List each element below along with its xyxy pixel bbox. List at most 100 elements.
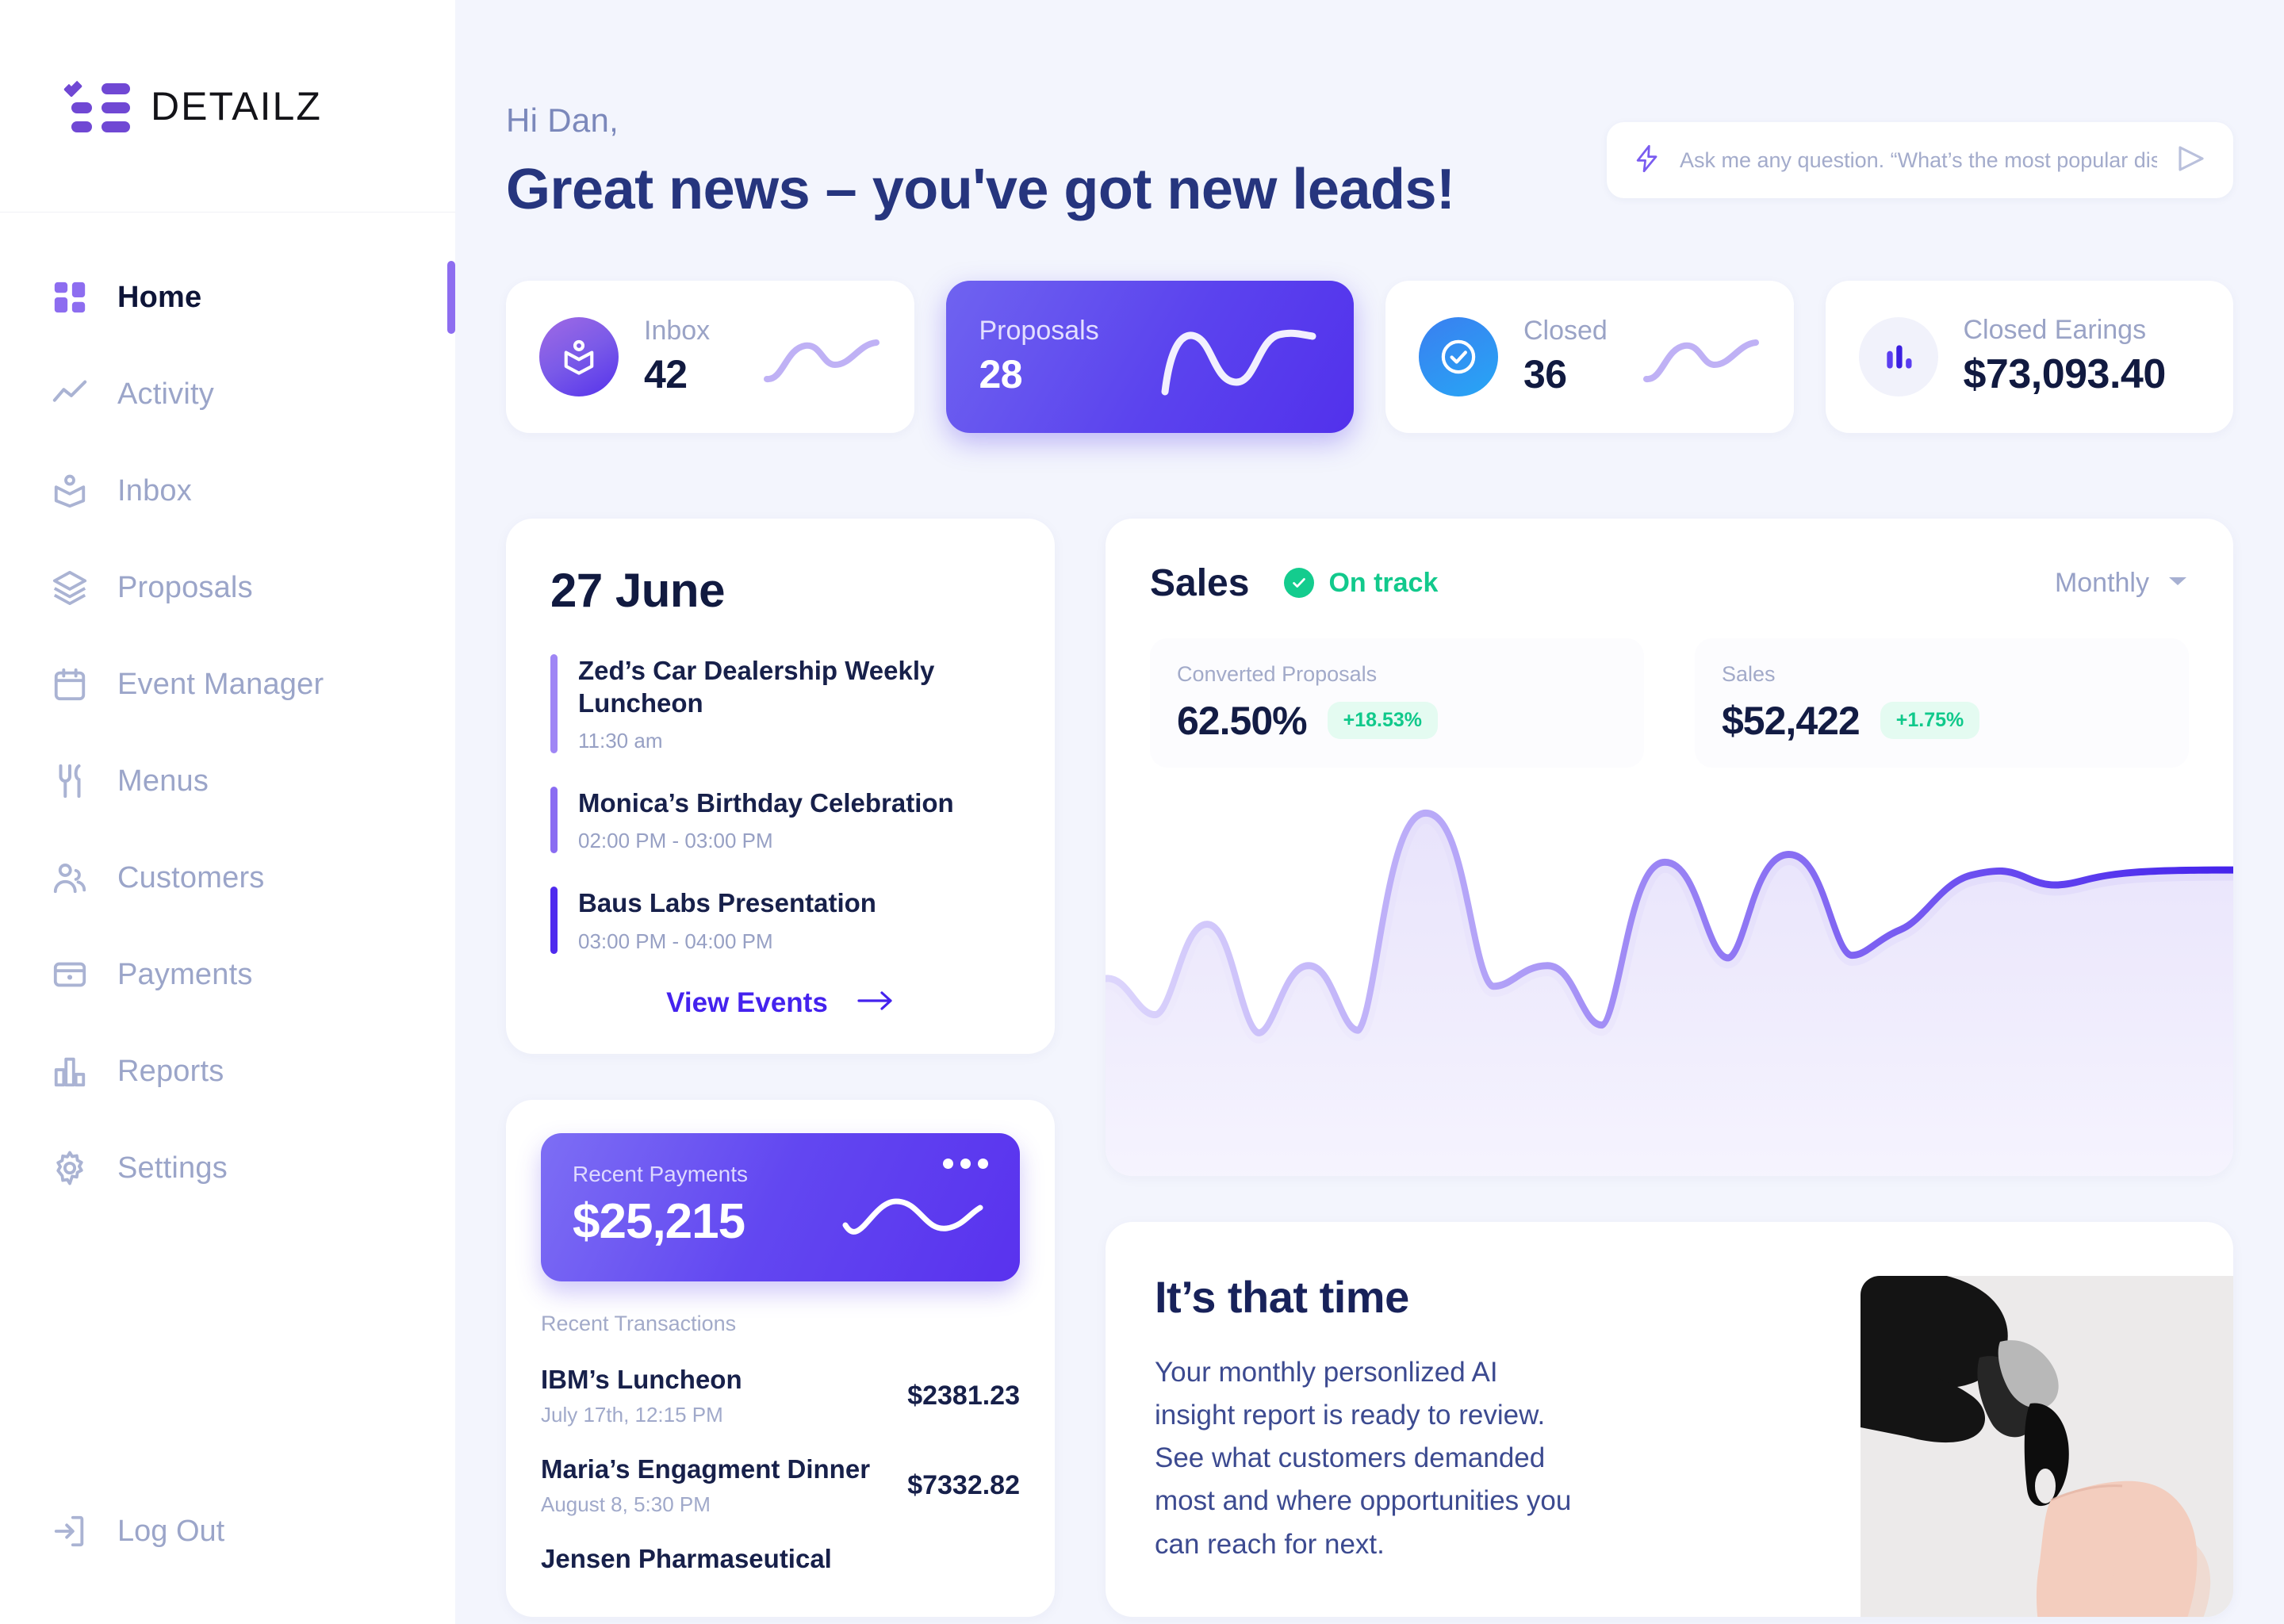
- sidebar-item-activity[interactable]: Activity: [0, 346, 455, 442]
- checklist-icon: [63, 78, 130, 132]
- more-horizontal-icon[interactable]: [943, 1158, 988, 1169]
- sidebar-item-menus[interactable]: Menus: [0, 733, 455, 829]
- chevron-down-icon: [2167, 574, 2189, 592]
- users-icon: [49, 857, 90, 898]
- sidebar-item-label: Event Manager: [117, 667, 324, 701]
- stat-card-closed-earnings[interactable]: Closed Earings $73,093.40: [1825, 280, 2233, 433]
- left-column: 27 June Zed’s Car Dealership Weekly Lunc…: [506, 518, 1055, 1617]
- sidebar-nav: Home Activity Inbox Proposals Event Mana…: [0, 213, 455, 1483]
- sidebar-item-payments[interactable]: Payments: [0, 926, 455, 1023]
- recent-payments-label: Recent Payments: [573, 1161, 748, 1186]
- transaction-row[interactable]: Maria’s Engagment Dinner August 8, 5:30 …: [541, 1434, 1020, 1523]
- dashboard-root: DETAILZ Home Activity Inbox Proposals Ev…: [0, 0, 2284, 1624]
- transaction-name: Maria’s Engagment Dinner: [541, 1454, 871, 1484]
- right-column: Sales On track Monthly Converted Proposa…: [1106, 518, 2233, 1617]
- bar-chart-icon: [1858, 316, 1938, 396]
- brand-logo[interactable]: DETAILZ: [0, 0, 455, 213]
- transaction-date: August 8, 5:30 PM: [541, 1492, 711, 1516]
- trend-up-icon: [49, 373, 90, 415]
- sales-chart-svg: [1106, 809, 2233, 1176]
- view-events-label: View Events: [666, 986, 828, 1018]
- recent-payments-value: $25,215: [573, 1193, 745, 1249]
- grid-icon: [49, 277, 90, 318]
- sidebar-item-proposals[interactable]: Proposals: [0, 539, 455, 636]
- stat-card-proposals[interactable]: Proposals 28: [945, 280, 1354, 433]
- greeting-name: Hi Dan,: [506, 102, 619, 139]
- page-title: Great news – you've got new leads!: [506, 158, 1455, 221]
- lightning-bolt-icon: [1632, 144, 1662, 178]
- sparkline-icon: [1642, 320, 1761, 393]
- event-item[interactable]: Baus Labs Presentation 03:00 PM - 04:00 …: [550, 887, 1010, 954]
- metric-label: Sales: [1722, 661, 1776, 686]
- transaction-name: IBM’s Luncheon: [541, 1364, 742, 1394]
- brand-name: DETAILZ: [151, 83, 322, 128]
- sidebar-item-label: Home: [117, 280, 202, 314]
- sales-card: Sales On track Monthly Converted Proposa…: [1106, 518, 2233, 1176]
- inbox-icon: [539, 316, 619, 396]
- promo-title: It’s that time: [1155, 1271, 1409, 1322]
- metric-sales: Sales $52,422 +1.75%: [1695, 638, 2189, 768]
- event-color-bar: [550, 887, 558, 954]
- greeting-block: Hi Dan, Great news – you've got new lead…: [506, 102, 1455, 220]
- status-badge: On track: [1284, 568, 1438, 599]
- stat-label: Closed: [1523, 316, 1608, 347]
- logout-label: Log Out: [117, 1514, 225, 1548]
- sidebar-item-label: Payments: [117, 957, 253, 991]
- event-item[interactable]: Monica’s Birthday Celebration 02:00 PM -…: [550, 787, 1010, 854]
- stat-label: Inbox: [644, 316, 711, 347]
- metric-converted-proposals: Converted Proposals 62.50% +18.53%: [1150, 638, 1644, 768]
- sparkline-icon: [762, 320, 881, 393]
- logout-button[interactable]: Log Out: [0, 1483, 455, 1580]
- event-item[interactable]: Zed’s Car Dealership Weekly Luncheon 11:…: [550, 653, 1010, 754]
- sales-area-chart: [1106, 788, 2233, 1176]
- event-color-bar: [550, 787, 558, 854]
- stat-value: $73,093.40: [1963, 351, 2167, 398]
- main-content: Hi Dan, Great news – you've got new lead…: [455, 0, 2284, 1624]
- send-arrow-icon[interactable]: [2175, 142, 2208, 179]
- status-label: On track: [1328, 567, 1439, 598]
- metric-delta-badge: +18.53%: [1327, 702, 1438, 740]
- sales-title: Sales: [1150, 561, 1250, 604]
- event-name: Monica’s Birthday Celebration: [578, 788, 954, 818]
- sidebar-item-inbox[interactable]: Inbox: [0, 442, 455, 539]
- stat-card-closed[interactable]: Closed 36: [1385, 280, 1794, 433]
- sidebar-item-home[interactable]: Home: [0, 249, 455, 346]
- events-card: 27 June Zed’s Car Dealership Weekly Lunc…: [506, 518, 1055, 1054]
- sidebar-item-label: Inbox: [117, 473, 192, 508]
- transaction-row[interactable]: Jensen Pharmaseutical: [541, 1523, 1020, 1588]
- bar-chart-icon: [49, 1051, 90, 1092]
- promo-text: It’s that time Your monthly personlized …: [1155, 1271, 1583, 1617]
- event-name: Baus Labs Presentation: [578, 888, 876, 918]
- sidebar-item-customers[interactable]: Customers: [0, 829, 455, 926]
- sidebar-item-settings[interactable]: Settings: [0, 1120, 455, 1216]
- gear-icon: [49, 1147, 90, 1189]
- sidebar-item-reports[interactable]: Reports: [0, 1023, 455, 1120]
- transaction-date: July 17th, 12:15 PM: [541, 1402, 723, 1427]
- wave-icon: [837, 1160, 988, 1251]
- sidebar-item-label: Menus: [117, 764, 209, 798]
- metric-label: Converted Proposals: [1177, 661, 1378, 686]
- cutlery-icon: [49, 760, 90, 802]
- stat-label: Closed Earings: [1963, 315, 2147, 346]
- period-dropdown[interactable]: Monthly: [2055, 568, 2189, 599]
- ai-search-bar[interactable]: Ask me any question. “What’s the most po…: [1607, 122, 2233, 198]
- recent-transactions-label: Recent Transactions: [541, 1311, 737, 1335]
- transaction-amount: $7332.82: [907, 1469, 1020, 1500]
- stat-card-inbox[interactable]: Inbox 42: [506, 280, 914, 433]
- inbox-icon: [49, 470, 90, 511]
- recent-payments-hero[interactable]: Recent Payments $25,215: [541, 1132, 1020, 1281]
- event-time: 02:00 PM - 03:00 PM: [578, 829, 773, 853]
- metric-value: $52,422: [1722, 698, 1861, 743]
- sales-metrics: Converted Proposals 62.50% +18.53% Sales…: [1150, 638, 2189, 768]
- sidebar-item-event-manager[interactable]: Event Manager: [0, 636, 455, 733]
- sidebar-item-label: Proposals: [117, 570, 253, 604]
- stat-cards: Inbox 42 Proposals 28 Closed 36 Closed E…: [506, 280, 2233, 433]
- transaction-row[interactable]: IBM’s Luncheon July 17th, 12:15 PM $2381…: [541, 1344, 1020, 1434]
- promo-body: Your monthly personlized AI insight repo…: [1155, 1356, 1572, 1560]
- event-time: 03:00 PM - 04:00 PM: [578, 929, 773, 953]
- search-input[interactable]: Ask me any question. “What’s the most po…: [1680, 148, 2157, 173]
- metric-value: 62.50%: [1177, 698, 1308, 743]
- stat-value: 36: [1523, 352, 1567, 397]
- view-events-button[interactable]: View Events: [550, 987, 1010, 1019]
- logout-icon: [49, 1511, 90, 1552]
